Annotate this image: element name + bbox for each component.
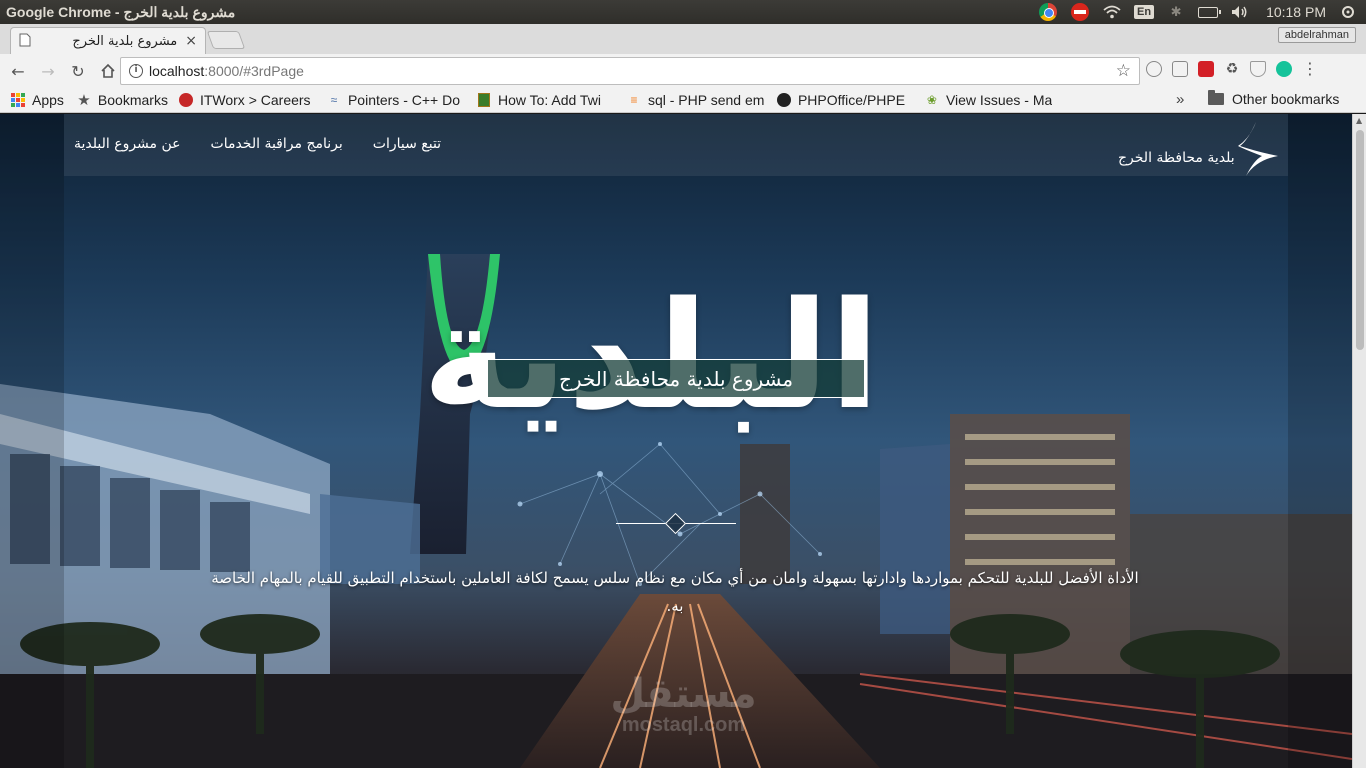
forward-arrow-icon[interactable]: →	[36, 59, 60, 83]
browser-toolbar: ← → ↻ i localhost:8000/#3rdPage ☆ ♻ ⋮	[0, 54, 1366, 88]
tab-title: مشروع بلدية الخرج	[72, 33, 178, 49]
extension-reader-icon[interactable]	[1146, 60, 1162, 77]
new-tab-button[interactable]	[206, 31, 246, 49]
extension-icons: ♻ ⋮	[1146, 59, 1318, 78]
extension-grammarly-icon[interactable]	[1276, 60, 1292, 77]
stackoverflow-icon: ≡	[630, 93, 638, 107]
bookmark-apps[interactable]: Apps	[10, 92, 64, 108]
extension-lastpass-icon[interactable]	[1198, 60, 1214, 77]
extension-inbox-icon[interactable]	[1172, 60, 1188, 77]
bookmarks-bar: Apps ★ Bookmarks ITWorx > Careers ≈ Poin…	[0, 88, 1366, 113]
chrome-icon[interactable]	[1038, 2, 1058, 22]
battery-icon[interactable]	[1198, 2, 1222, 22]
hero-divider	[616, 512, 736, 535]
bookmark-pointers[interactable]: ≈ Pointers - C++ Do	[326, 92, 466, 108]
extension-shield-icon[interactable]	[1250, 60, 1266, 77]
system-tray: En ✱ 10:18 PM	[1038, 0, 1358, 24]
os-top-bar: Google Chrome - مشروع بلدية الخرج En ✱ 1…	[0, 0, 1366, 24]
github-icon	[776, 92, 792, 108]
site-logo[interactable]: بلدية محافظة الخرج	[1116, 120, 1280, 176]
mantis-icon: ❀	[926, 93, 937, 107]
apps-grid-icon	[10, 92, 26, 108]
other-bookmarks[interactable]: Other bookmarks	[1208, 90, 1339, 107]
window-title: Google Chrome - مشروع بلدية الخرج	[6, 3, 236, 20]
site-nav: عن مشروع البلدية برنامج مراقبة الخدمات ت…	[74, 136, 441, 152]
clock[interactable]: 10:18 PM	[1266, 4, 1326, 20]
watermark: مستقل mostaql.com	[610, 671, 757, 736]
nav-services-monitoring[interactable]: برنامج مراقبة الخدمات	[211, 136, 343, 152]
howto-icon	[476, 92, 492, 108]
hero-title: مشروع بلدية محافظة الخرج	[487, 359, 865, 398]
stop-icon[interactable]	[1070, 2, 1090, 22]
bookmark-howto[interactable]: How To: Add Twi	[476, 92, 616, 108]
logo-mark-icon	[1238, 122, 1278, 176]
folder-icon	[1208, 90, 1224, 105]
diamond-icon	[664, 512, 687, 535]
power-gear-icon[interactable]	[1338, 2, 1358, 22]
page-scrollbar[interactable]: ▲	[1352, 114, 1366, 768]
nav-vehicle-tracking[interactable]: تتبع سيارات	[373, 136, 441, 152]
side-overlay-left	[0, 114, 64, 768]
bookmark-phpoffice[interactable]: PHPOffice/PHPE	[776, 92, 914, 108]
nav-about-project[interactable]: عن مشروع البلدية	[74, 136, 181, 152]
menu-icon[interactable]: ⋮	[1302, 59, 1318, 78]
volume-icon[interactable]	[1230, 2, 1250, 22]
side-overlay-right	[1288, 114, 1352, 768]
bookmarks-overflow-icon[interactable]: »	[1176, 91, 1184, 108]
address-bar[interactable]: i localhost:8000/#3rdPage ☆	[120, 57, 1140, 85]
bluetooth-icon[interactable]: ✱	[1166, 2, 1186, 22]
scroll-thumb[interactable]	[1356, 130, 1364, 350]
bookmark-bookmarks[interactable]: ★ Bookmarks	[76, 92, 168, 108]
home-icon[interactable]	[96, 59, 120, 83]
bookmark-view-issues[interactable]: ❀ View Issues - Ma	[924, 92, 1060, 108]
keyboard-language-indicator[interactable]: En	[1134, 5, 1155, 19]
tab-active[interactable]: مشروع بلدية الخرج ×	[10, 27, 206, 54]
close-icon[interactable]: ×	[185, 33, 197, 49]
cplusplus-icon: ≈	[330, 93, 338, 107]
reload-icon[interactable]: ↻	[66, 59, 90, 83]
page-icon	[19, 33, 33, 49]
itworx-icon	[178, 92, 194, 108]
extension-recycle-icon[interactable]: ♻	[1224, 61, 1240, 77]
url-text[interactable]: localhost:8000/#3rdPage	[149, 63, 304, 79]
hero-big-word: البلدية	[422, 270, 884, 442]
tab-strip: مشروع بلدية الخرج × abdelrahman	[0, 24, 1366, 54]
profile-button[interactable]: abdelrahman	[1277, 27, 1356, 43]
scroll-up-arrow-icon[interactable]: ▲	[1356, 116, 1362, 125]
wifi-icon[interactable]	[1102, 2, 1122, 22]
logo-text: بلدية محافظة الخرج	[1118, 150, 1235, 166]
bookmark-star-icon[interactable]: ☆	[1116, 61, 1131, 81]
bookmark-sql[interactable]: ≡ sql - PHP send em	[626, 92, 766, 108]
back-arrow-icon[interactable]: ←	[6, 59, 30, 83]
bookmark-itworx[interactable]: ITWorx > Careers	[178, 92, 316, 108]
hero-description: الأداة الأفضل للبلدية للتحكم بمواردها وا…	[211, 569, 1139, 615]
page-viewport: عن مشروع البلدية برنامج مراقبة الخدمات ت…	[0, 114, 1352, 768]
info-icon[interactable]: i	[129, 64, 143, 78]
star-icon: ★	[77, 92, 91, 108]
